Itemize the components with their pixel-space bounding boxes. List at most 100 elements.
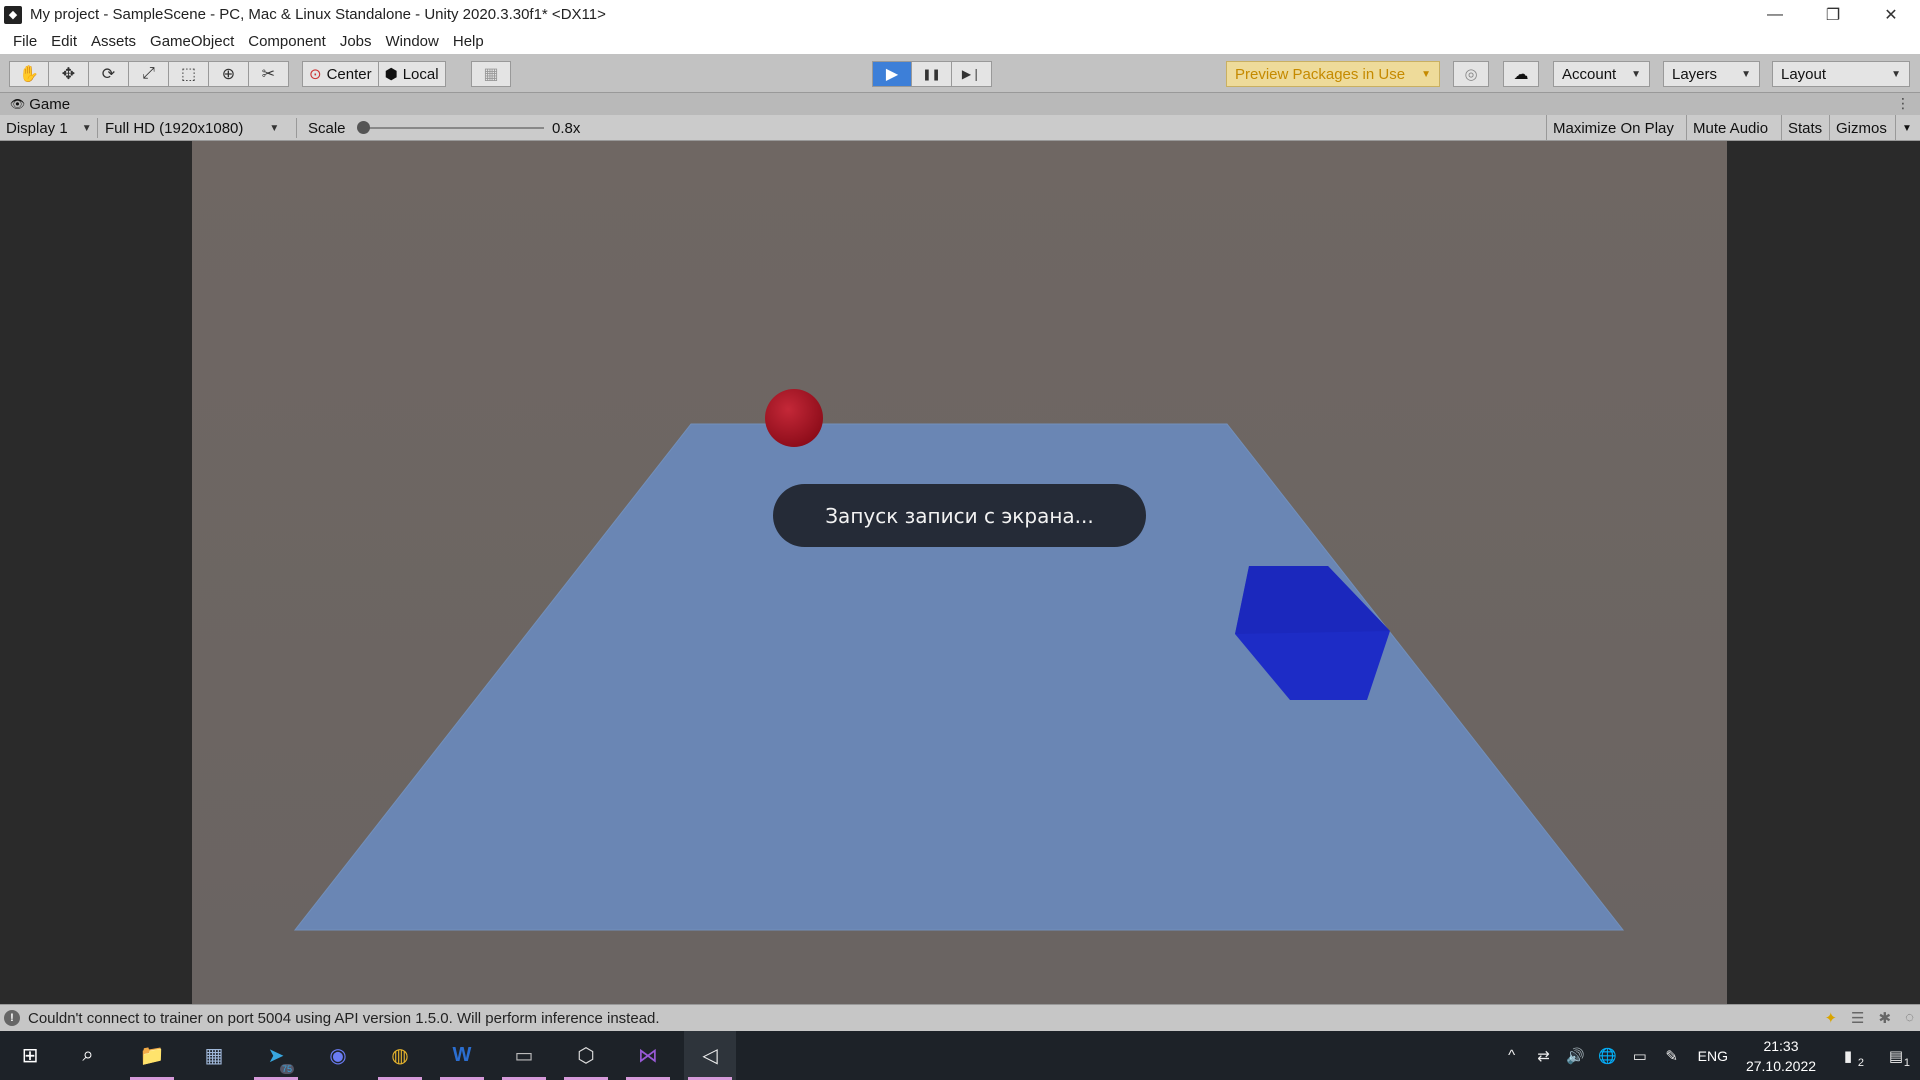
snap-group: ▦ (471, 61, 511, 87)
status-message[interactable]: Couldn't connect to trainer on port 5004… (28, 1010, 660, 1027)
pivot-center-button[interactable]: ⊙ Center (302, 61, 379, 87)
scene-render (293, 389, 1625, 931)
windows-taskbar: ⊞ ⌕ 📁 ▦ ➤ 75 ◉ ◍ W ▭ ⬡ ⋈ ◁ ^ ⇄ 🔊 🌐 ▭ ✎ E… (0, 1031, 1920, 1080)
red-sphere (765, 389, 823, 447)
move-tool-icon[interactable]: ✥ (49, 61, 89, 87)
cloud-icon[interactable]: ☁ (1503, 61, 1539, 87)
unity-hub-icon[interactable]: ⬡ (560, 1031, 612, 1080)
tab-game[interactable]: Game (29, 96, 70, 113)
notification-badge: 2 (1857, 1056, 1864, 1069)
status-icons: ✦ ☰ ✱ ◌ (1824, 1009, 1914, 1027)
preview-packages-label: Preview Packages in Use (1235, 65, 1406, 83)
game-canvas[interactable]: Запуск записи с экрана... (192, 141, 1727, 1004)
menu-gameobject[interactable]: GameObject (143, 33, 241, 50)
transform-tool-icon[interactable]: ⊕ (209, 61, 249, 87)
collab-icon[interactable]: ◎ (1453, 61, 1489, 87)
search-icon[interactable]: ⌕ (62, 1031, 114, 1080)
display-dropdown[interactable]: Display 1 ▼ (6, 118, 98, 138)
telegram-icon[interactable]: ➤ 75 (250, 1031, 302, 1080)
pivot-local-button[interactable]: ⬢ Local (378, 61, 446, 87)
clock[interactable]: 21:33 27.10.2022 (1738, 1036, 1824, 1076)
menu-assets[interactable]: Assets (84, 33, 143, 50)
resolution-label: Full HD (1920x1080) (105, 119, 244, 137)
pause-button[interactable]: ❚❚ (912, 61, 952, 87)
game-view[interactable]: Запуск записи с экрана... (0, 141, 1920, 1004)
chevron-up-icon[interactable]: ^ (1496, 1047, 1528, 1064)
chevron-down-icon: ▼ (269, 122, 280, 134)
action-center-icon[interactable]: ▤ 1 (1872, 1047, 1920, 1069)
window-title: My project - SampleScene - PC, Mac & Lin… (30, 6, 606, 23)
bell-icon: ▮ (1843, 1047, 1853, 1065)
hand-tool-icon[interactable]: ✋ (9, 61, 49, 87)
step-button[interactable]: ▶❘ (952, 61, 992, 87)
visual-studio-icon[interactable]: ⋈ (622, 1031, 674, 1080)
unity-logo-icon: ◆ (4, 5, 22, 24)
terminal-icon[interactable]: ▭ (498, 1031, 550, 1080)
chrome-icon[interactable]: ◍ (374, 1031, 426, 1080)
pen-icon[interactable]: ✎ (1656, 1047, 1688, 1065)
pivot-local-label: Local (402, 65, 439, 83)
console-status-bar[interactable]: ! Couldn't connect to trainer on port 50… (0, 1004, 1920, 1031)
stats-toggle[interactable]: Stats (1781, 115, 1828, 141)
globe-icon[interactable]: 🌐 (1592, 1047, 1624, 1065)
pivot-center-label: Center (326, 65, 372, 83)
lightbulb-icon[interactable]: ✦ (1824, 1009, 1837, 1027)
discord-icon[interactable]: ◉ (312, 1031, 364, 1080)
resolution-dropdown[interactable]: Full HD (1920x1080) ▼ (105, 118, 297, 138)
scale-slider-handle[interactable] (357, 121, 370, 134)
battery-icon[interactable]: ▭ (1624, 1047, 1656, 1065)
rect-tool-icon[interactable]: ⬚ (169, 61, 209, 87)
pivot-icon: ⊙ (309, 66, 322, 83)
layout-label: Layout (1781, 65, 1827, 83)
layout-dropdown[interactable]: Layout ▼ (1772, 61, 1910, 87)
custom-tool-icon[interactable]: ✂ (249, 61, 289, 87)
pivot-toggles: ⊙ Center ⬢ Local (302, 61, 446, 87)
menu-help[interactable]: Help (446, 33, 491, 50)
preview-packages-button[interactable]: Preview Packages in Use ▼ (1226, 61, 1440, 87)
file-explorer-icon[interactable]: 📁 (126, 1031, 178, 1080)
speaker-icon[interactable]: 🔊 (1560, 1047, 1592, 1065)
calculator-icon[interactable]: ▦ (188, 1031, 240, 1080)
unity-editor-icon[interactable]: ◁ (684, 1031, 736, 1080)
bug-icon[interactable]: ✱ (1879, 1009, 1892, 1027)
scale-value: 0.8x (552, 119, 581, 137)
layers-dropdown[interactable]: Layers ▼ (1663, 61, 1760, 87)
chevron-down-icon: ▼ (1741, 68, 1751, 80)
word-icon[interactable]: W (436, 1031, 488, 1080)
menu-edit[interactable]: Edit (44, 33, 84, 50)
window-controls: — ❐ ✕ (1746, 0, 1920, 29)
menu-jobs[interactable]: Jobs (333, 33, 379, 50)
start-icon[interactable]: ⊞ (4, 1031, 56, 1080)
transform-tools: ✋ ✥ ⟳ ⤢ ⬚ ⊕ ✂ (9, 61, 289, 87)
action-center-badge: 1 (1903, 1056, 1910, 1069)
restore-button[interactable]: ❐ (1804, 0, 1862, 29)
menu-window[interactable]: Window (379, 33, 446, 50)
warning-icon: ! (4, 1010, 20, 1026)
scale-tool-icon[interactable]: ⤢ (129, 61, 169, 87)
more-options-icon[interactable]: ⋮ (1896, 95, 1910, 112)
mute-audio-toggle[interactable]: Mute Audio (1686, 115, 1774, 141)
progress-icon[interactable]: ◌ (1905, 1009, 1914, 1027)
system-tray: ^ ⇄ 🔊 🌐 ▭ ✎ ENG 21:33 27.10.2022 ▮ 2 ▤ 1 (1496, 1031, 1920, 1080)
close-button[interactable]: ✕ (1862, 0, 1920, 29)
play-button[interactable]: ▶ (872, 61, 912, 87)
menu-file[interactable]: File (6, 33, 44, 50)
chevron-down-icon: ▼ (1631, 68, 1641, 80)
chevron-down-icon: ▼ (1891, 68, 1901, 80)
account-dropdown[interactable]: Account ▼ (1553, 61, 1650, 87)
maximize-on-play-toggle[interactable]: Maximize On Play (1546, 115, 1680, 141)
notification-icon[interactable]: ▮ 2 (1824, 1047, 1872, 1069)
rotate-tool-icon[interactable]: ⟳ (89, 61, 129, 87)
gizmos-toggle[interactable]: Gizmos (1829, 115, 1893, 141)
scale-slider-track[interactable] (362, 127, 544, 129)
chevron-down-icon[interactable]: ▼ (1895, 115, 1918, 141)
eye-icon: 👁 (10, 97, 26, 111)
language-indicator[interactable]: ENG (1688, 1048, 1738, 1064)
display-label: Display 1 (6, 119, 68, 137)
grid-snap-icon[interactable]: ▦ (471, 61, 511, 87)
menu-component[interactable]: Component (241, 33, 333, 50)
network-transfer-icon[interactable]: ⇄ (1528, 1047, 1560, 1065)
minimize-button[interactable]: — (1746, 0, 1804, 29)
account-label: Account (1562, 65, 1617, 83)
stack-icon[interactable]: ☰ (1851, 1009, 1864, 1027)
